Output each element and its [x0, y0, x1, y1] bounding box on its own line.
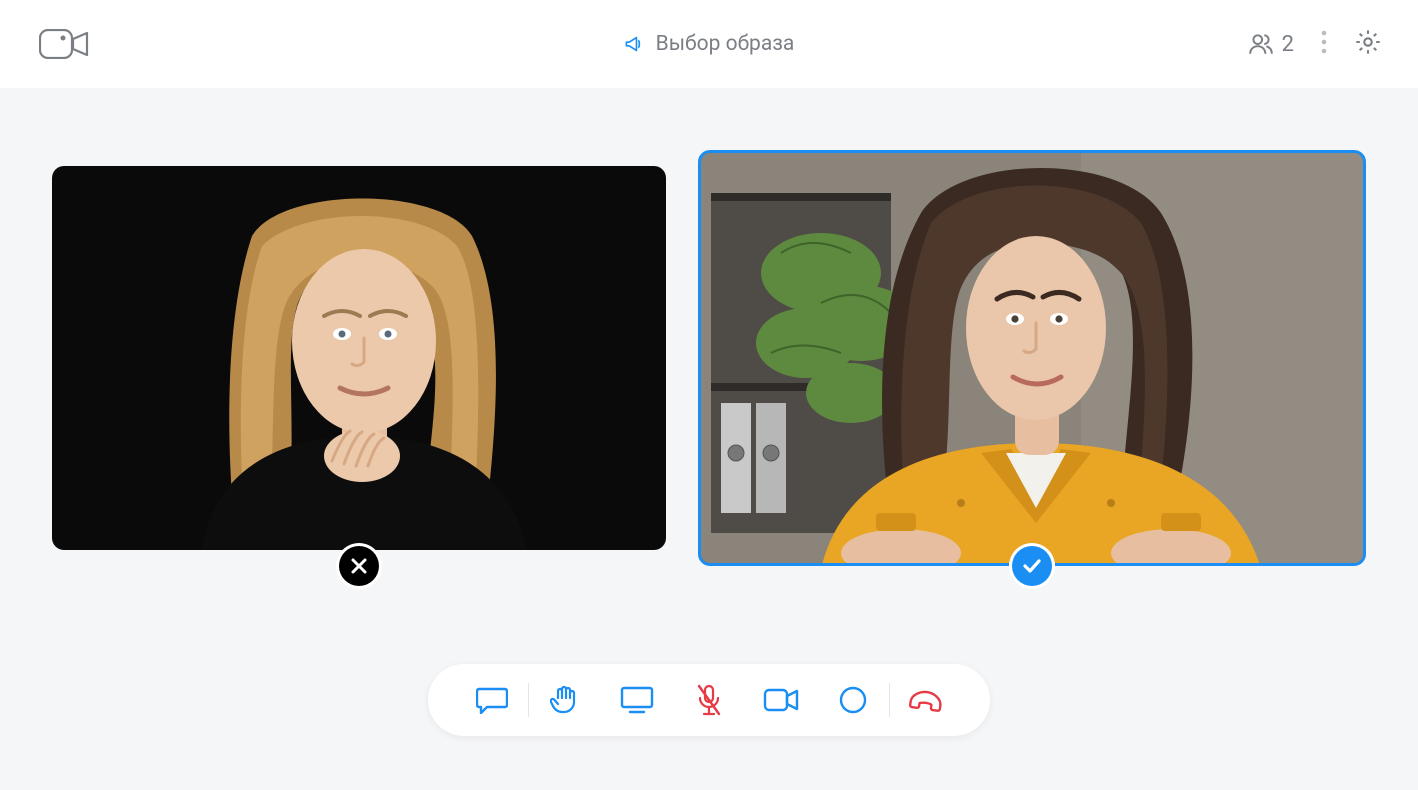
video-tile-2[interactable]	[698, 166, 1366, 566]
raise-hand-button[interactable]	[529, 678, 601, 722]
camera-icon	[763, 687, 799, 713]
header-actions: 2	[1248, 28, 1382, 60]
hangup-icon	[908, 686, 944, 714]
raise-hand-icon	[550, 684, 580, 716]
accept-badge[interactable]	[1012, 546, 1052, 586]
more-menu-button[interactable]	[1320, 29, 1328, 59]
mic-button[interactable]	[673, 678, 745, 722]
mic-muted-icon	[695, 684, 723, 716]
close-circle-icon	[347, 554, 371, 578]
participant-illustration	[701, 153, 1366, 566]
camera-button[interactable]	[745, 678, 817, 722]
participant-illustration	[52, 166, 666, 550]
video-grid	[0, 88, 1418, 566]
reject-badge[interactable]	[339, 546, 379, 586]
settings-button[interactable]	[1354, 28, 1382, 60]
chat-icon	[476, 686, 508, 714]
record-button[interactable]	[817, 678, 889, 722]
share-screen-icon	[620, 686, 654, 714]
chat-button[interactable]	[456, 678, 528, 722]
header-title-group: Выбор образа	[624, 32, 795, 56]
participant-video	[698, 150, 1366, 566]
call-toolbar	[428, 664, 990, 736]
header-title: Выбор образа	[656, 32, 795, 56]
video-tile-1[interactable]	[52, 166, 666, 566]
check-circle-icon	[1020, 554, 1044, 578]
participants-button[interactable]: 2	[1248, 31, 1294, 57]
camera-logo-icon	[39, 29, 89, 59]
people-icon	[1248, 31, 1274, 57]
record-icon	[838, 685, 868, 715]
app-logo	[36, 28, 92, 60]
gear-icon	[1354, 28, 1382, 56]
header: Выбор образа 2	[0, 0, 1418, 88]
more-vertical-icon	[1320, 29, 1328, 55]
share-screen-button[interactable]	[601, 678, 673, 722]
participant-video	[52, 166, 666, 550]
megaphone-icon	[624, 33, 646, 55]
hangup-button[interactable]	[890, 678, 962, 722]
participants-count: 2	[1282, 32, 1294, 57]
